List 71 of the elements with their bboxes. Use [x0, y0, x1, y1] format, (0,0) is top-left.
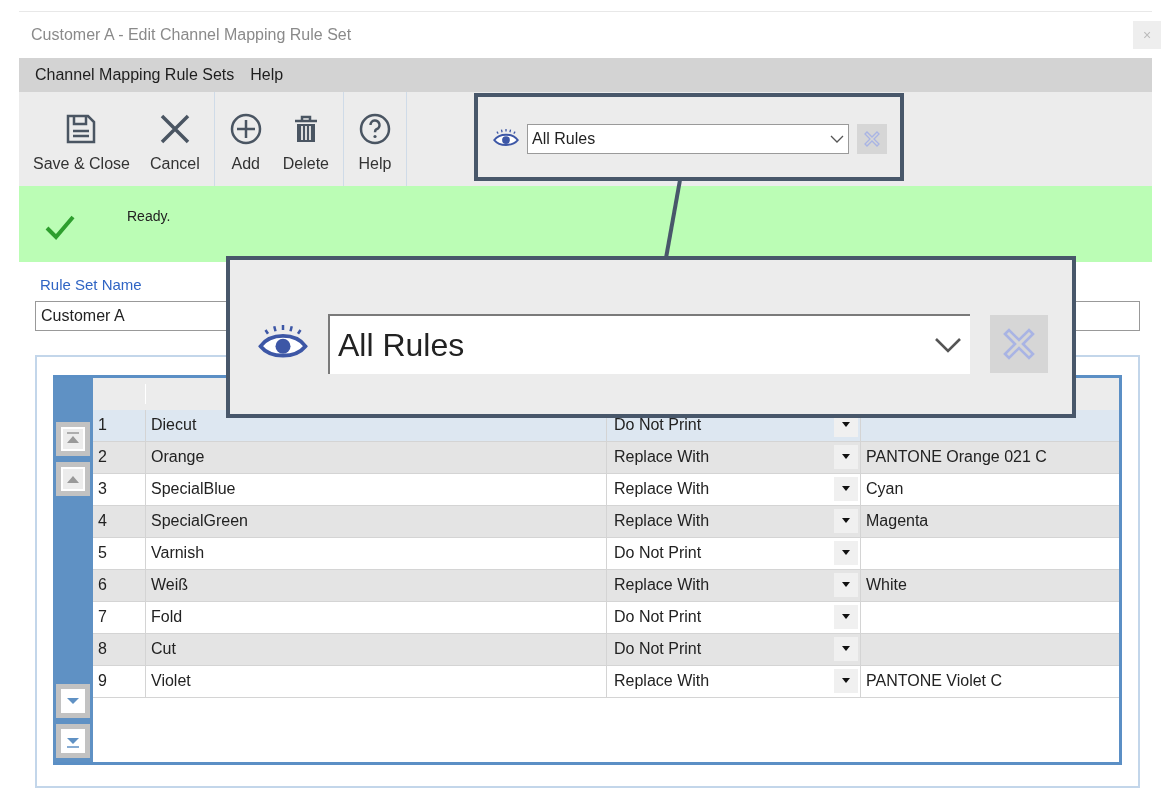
status-message: Ready.: [127, 207, 171, 226]
rule-filter-dropdown[interactable]: All Rules: [328, 314, 970, 374]
caret-icon: [834, 541, 858, 565]
table-cell: Orange: [146, 441, 607, 473]
toolbar-button[interactable]: Delete: [282, 112, 329, 176]
caret-icon: [834, 637, 858, 661]
caret-icon: [834, 477, 858, 501]
table-row[interactable]: 5 Varnish Do Not Print: [93, 537, 1119, 570]
toolbar-button[interactable]: Help: [358, 112, 392, 176]
row-number: 6: [93, 569, 146, 601]
eye-icon: [493, 129, 519, 149]
checkmark-icon: [45, 214, 75, 240]
caret-icon: [834, 445, 858, 469]
help-icon: [358, 112, 392, 146]
chevron-down-icon: [934, 337, 962, 353]
table-cell: SpecialBlue: [146, 473, 607, 505]
table-cell: Weiß: [146, 569, 607, 601]
move-to-bottom-icon: [61, 728, 85, 753]
toolbar-button[interactable]: Save & Close: [33, 112, 130, 176]
move-to-top-button[interactable]: [56, 421, 90, 456]
action-dropdown[interactable]: Do Not Print: [607, 537, 861, 569]
window-title: Customer A - Edit Channel Mapping Rule Set: [31, 25, 352, 45]
move-to-top-icon: [61, 426, 85, 451]
menu-item[interactable]: Help: [250, 63, 284, 87]
caret-icon: [834, 605, 858, 629]
action-dropdown[interactable]: Replace With: [607, 473, 861, 505]
move-down-button[interactable]: [56, 683, 90, 718]
clear-icon: [862, 129, 882, 149]
table-cell-text: White: [866, 575, 907, 595]
menu-item[interactable]: Channel Mapping Rule Sets: [35, 63, 235, 87]
table-row[interactable]: 8 Cut Do Not Print: [93, 633, 1119, 666]
table-cell: Cut: [146, 633, 607, 665]
chevron-down-icon: [830, 135, 844, 143]
action-dropdown[interactable]: Replace With: [607, 665, 861, 697]
row-number: 8: [93, 633, 146, 665]
table-row[interactable]: 7 Fold Do Not Print: [93, 601, 1119, 634]
row-number: 2: [93, 441, 146, 473]
move-to-bottom-button[interactable]: [56, 723, 90, 758]
action-dropdown[interactable]: Do Not Print: [607, 601, 861, 633]
row-number: 9: [93, 665, 146, 697]
action-dropdown[interactable]: Do Not Print: [607, 633, 861, 665]
table-cell: Violet: [146, 665, 607, 697]
caret-icon: [834, 669, 858, 693]
row-number: 5: [93, 537, 146, 569]
move-up-button[interactable]: [56, 461, 90, 496]
action-dropdown[interactable]: Replace With: [607, 441, 861, 473]
caret-icon: [834, 509, 858, 533]
table-cell: SpecialGreen: [146, 505, 607, 537]
row-number: 1: [93, 409, 146, 441]
add-icon: [228, 112, 263, 146]
table-row[interactable]: 6 Weiß Replace With White: [93, 569, 1119, 602]
table-row[interactable]: 4 SpecialGreen Replace With Magenta: [93, 505, 1119, 538]
row-number: 7: [93, 601, 146, 633]
field-label: Rule Set Name: [39, 275, 143, 295]
caret-icon: [834, 573, 858, 597]
rule-filter-dropdown[interactable]: All Rules: [527, 124, 849, 154]
toolbar-button[interactable]: Add: [228, 112, 263, 176]
table-row[interactable]: 3 SpecialBlue Replace With Cyan: [93, 473, 1119, 506]
table-cell: Varnish: [146, 537, 607, 569]
table-cell-text: Cyan: [866, 479, 904, 499]
toolbar-button[interactable]: Cancel: [149, 112, 200, 176]
table-row[interactable]: 2 Orange Replace With PANTONE Orange 021 C: [93, 441, 1119, 474]
table-cell: Fold: [146, 601, 607, 633]
action-dropdown[interactable]: Replace With: [607, 569, 861, 601]
row-number: 3: [93, 473, 146, 505]
table-cell-text: Magenta: [866, 511, 929, 531]
table-cell-text: PANTONE Orange 021 C: [866, 447, 1047, 467]
action-dropdown[interactable]: Replace With: [607, 505, 861, 537]
row-number: 4: [93, 505, 146, 537]
table-row[interactable]: 9 Violet Replace With PANTONE Violet C: [93, 665, 1119, 698]
table-cell-text: PANTONE Violet C: [866, 671, 1003, 691]
